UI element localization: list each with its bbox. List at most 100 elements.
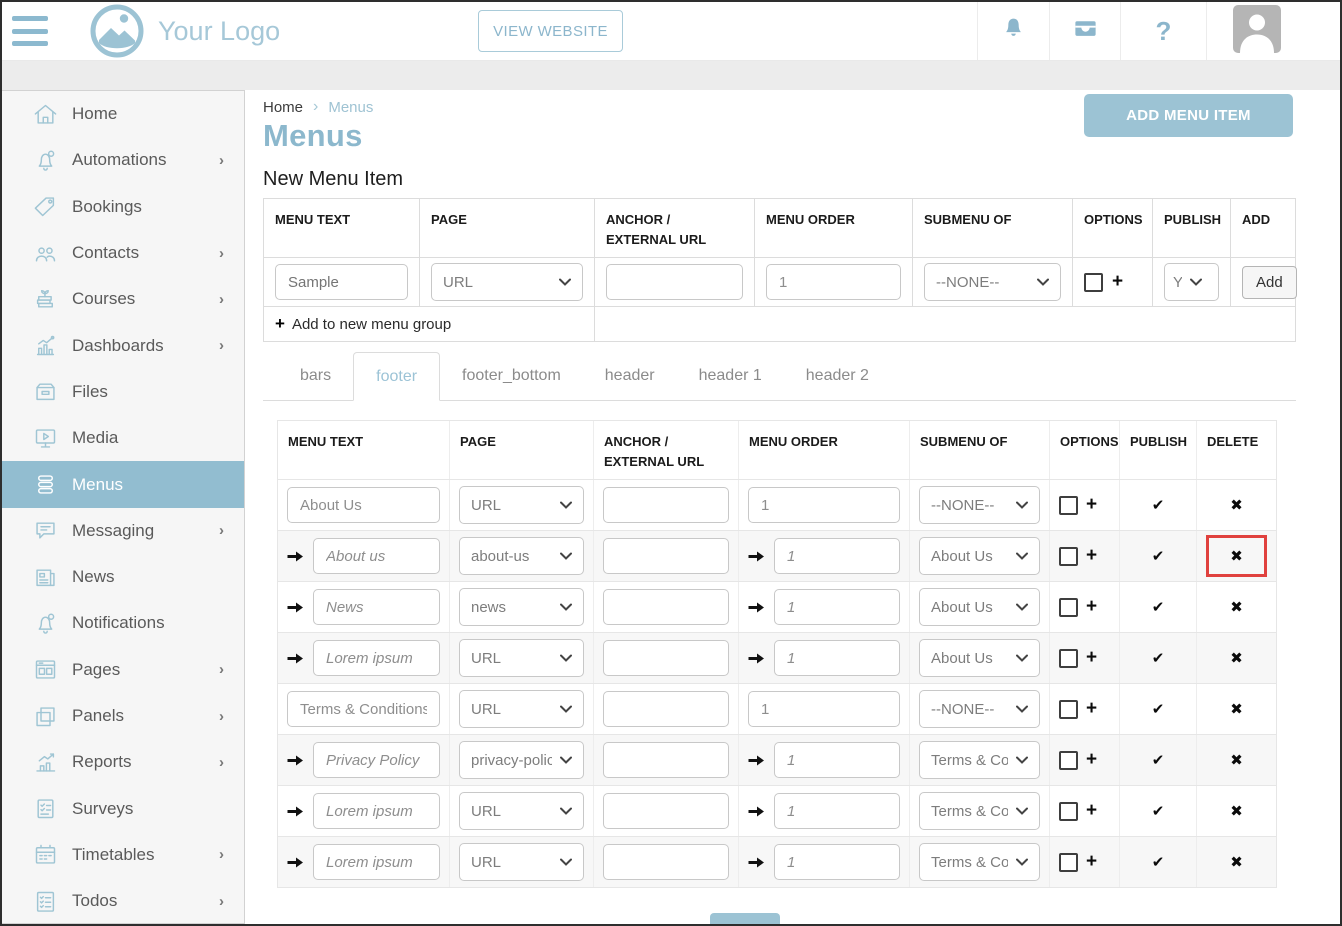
submenu-of-select[interactable]: --NONE--: [919, 690, 1040, 728]
hamburger-menu-icon[interactable]: [12, 16, 48, 46]
options-checkbox[interactable]: [1059, 547, 1078, 566]
menu-order-input[interactable]: [774, 640, 900, 676]
menu-text-input[interactable]: [313, 538, 440, 574]
new-anchor-url-input[interactable]: [606, 264, 743, 300]
sidebar-item-surveys[interactable]: Surveys: [2, 785, 244, 831]
new-menu-text-input[interactable]: [275, 264, 408, 300]
sidebar-item-files[interactable]: Files: [2, 369, 244, 415]
sidebar-item-messaging[interactable]: Messaging›: [2, 508, 244, 554]
options-checkbox[interactable]: [1059, 700, 1078, 719]
sidebar-item-news[interactable]: News: [2, 554, 244, 600]
menu-text-input[interactable]: [287, 691, 440, 727]
sidebar-item-todos[interactable]: Todos›: [2, 878, 244, 924]
options-checkbox[interactable]: [1059, 853, 1078, 872]
new-submenu-of-select[interactable]: --NONE--: [924, 263, 1061, 301]
publish-check-icon[interactable]: ✔: [1152, 700, 1165, 718]
anchor-url-input[interactable]: [603, 487, 729, 523]
options-plus-icon[interactable]: +: [1086, 749, 1097, 771]
tab-footer[interactable]: footer: [353, 352, 440, 401]
page-select[interactable]: news: [459, 588, 584, 626]
options-plus-icon[interactable]: +: [1086, 647, 1097, 669]
delete-x-icon[interactable]: ✖: [1230, 751, 1243, 769]
menu-order-input[interactable]: [748, 691, 900, 727]
menu-order-input[interactable]: [774, 844, 900, 880]
add-menu-item-button[interactable]: ADD MENU ITEM: [1084, 94, 1293, 137]
menu-text-input[interactable]: [313, 844, 440, 880]
publish-check-icon[interactable]: ✔: [1152, 802, 1165, 820]
submenu-of-select[interactable]: About Us: [919, 639, 1040, 677]
submenu-of-select[interactable]: --NONE--: [919, 486, 1040, 524]
options-plus-icon[interactable]: +: [1086, 494, 1097, 516]
anchor-url-input[interactable]: [603, 691, 729, 727]
submenu-of-select[interactable]: About Us: [919, 588, 1040, 626]
publish-check-icon[interactable]: ✔: [1152, 853, 1165, 871]
sidebar-item-dashboards[interactable]: Dashboards›: [2, 322, 244, 368]
page-select[interactable]: URL: [459, 843, 584, 881]
new-menu-order-input[interactable]: [766, 264, 901, 300]
submenu-of-select[interactable]: Terms & Conditions: [919, 741, 1040, 779]
menu-text-input[interactable]: [313, 793, 440, 829]
options-checkbox[interactable]: [1059, 496, 1078, 515]
submenu-of-select[interactable]: Terms & Conditions: [919, 792, 1040, 830]
publish-check-icon[interactable]: ✔: [1152, 751, 1165, 769]
tab-header-2[interactable]: header 2: [784, 352, 891, 400]
page-select[interactable]: URL: [459, 690, 584, 728]
publish-check-icon[interactable]: ✔: [1152, 598, 1165, 616]
sidebar-item-notifications[interactable]: Notifications: [2, 600, 244, 646]
sidebar-item-pages[interactable]: Pages›: [2, 647, 244, 693]
page-select[interactable]: URL: [459, 639, 584, 677]
delete-x-icon[interactable]: ✖: [1230, 598, 1243, 616]
menu-order-input[interactable]: [774, 589, 900, 625]
options-plus-icon[interactable]: +: [1086, 698, 1097, 720]
tab-footer-bottom[interactable]: footer_bottom: [440, 352, 583, 400]
menu-text-input[interactable]: [313, 742, 440, 778]
new-publish-select[interactable]: Y: [1164, 263, 1219, 301]
sidebar-item-bookings[interactable]: Bookings: [2, 184, 244, 230]
sidebar-item-home[interactable]: Home: [2, 91, 244, 137]
sidebar-item-courses[interactable]: Courses›: [2, 276, 244, 322]
add-to-new-menu-group-link[interactable]: + Add to new menu group: [264, 307, 594, 341]
options-plus-icon[interactable]: +: [1112, 271, 1123, 293]
menu-order-input[interactable]: [774, 742, 900, 778]
delete-x-icon[interactable]: ✖: [1230, 700, 1243, 718]
options-checkbox[interactable]: [1059, 649, 1078, 668]
notifications-bell-button[interactable]: [977, 2, 1049, 60]
help-button[interactable]: ?: [1120, 2, 1206, 60]
breadcrumb-home-link[interactable]: Home: [263, 99, 303, 116]
page-select[interactable]: URL: [459, 792, 584, 830]
inbox-button[interactable]: [1049, 2, 1120, 60]
anchor-url-input[interactable]: [603, 844, 729, 880]
submenu-of-select[interactable]: About Us: [919, 537, 1040, 575]
menu-order-input[interactable]: [748, 487, 900, 523]
reset-link[interactable]: Reset: [797, 921, 844, 924]
view-website-button[interactable]: VIEW WEBSITE: [478, 10, 623, 52]
options-plus-icon[interactable]: +: [1086, 545, 1097, 567]
sidebar-item-automations[interactable]: Automations›: [2, 137, 244, 183]
new-options-checkbox[interactable]: [1084, 273, 1103, 292]
anchor-url-input[interactable]: [603, 589, 729, 625]
tab-header[interactable]: header: [583, 352, 677, 400]
save-button[interactable]: Save: [710, 913, 780, 924]
anchor-url-input[interactable]: [603, 538, 729, 574]
sidebar-item-timetables[interactable]: Timetables›: [2, 832, 244, 878]
options-plus-icon[interactable]: +: [1086, 851, 1097, 873]
delete-x-icon[interactable]: ✖: [1230, 649, 1243, 667]
publish-check-icon[interactable]: ✔: [1152, 547, 1165, 565]
publish-check-icon[interactable]: ✔: [1152, 649, 1165, 667]
delete-x-icon[interactable]: ✖: [1230, 802, 1243, 820]
menu-text-input[interactable]: [287, 487, 440, 523]
menu-text-input[interactable]: [313, 589, 440, 625]
delete-x-icon[interactable]: ✖: [1230, 496, 1243, 514]
sidebar-item-contacts[interactable]: Contacts›: [2, 230, 244, 276]
page-select[interactable]: about-us: [459, 537, 584, 575]
publish-check-icon[interactable]: ✔: [1152, 496, 1165, 514]
options-plus-icon[interactable]: +: [1086, 800, 1097, 822]
page-select[interactable]: privacy-policy: [459, 741, 584, 779]
page-select[interactable]: URL: [459, 486, 584, 524]
menu-order-input[interactable]: [774, 793, 900, 829]
submenu-of-select[interactable]: Terms & Conditions: [919, 843, 1040, 881]
tab-bars[interactable]: bars: [278, 352, 353, 400]
anchor-url-input[interactable]: [603, 742, 729, 778]
tab-header-1[interactable]: header 1: [677, 352, 784, 400]
delete-x-icon[interactable]: ✖: [1230, 853, 1243, 871]
